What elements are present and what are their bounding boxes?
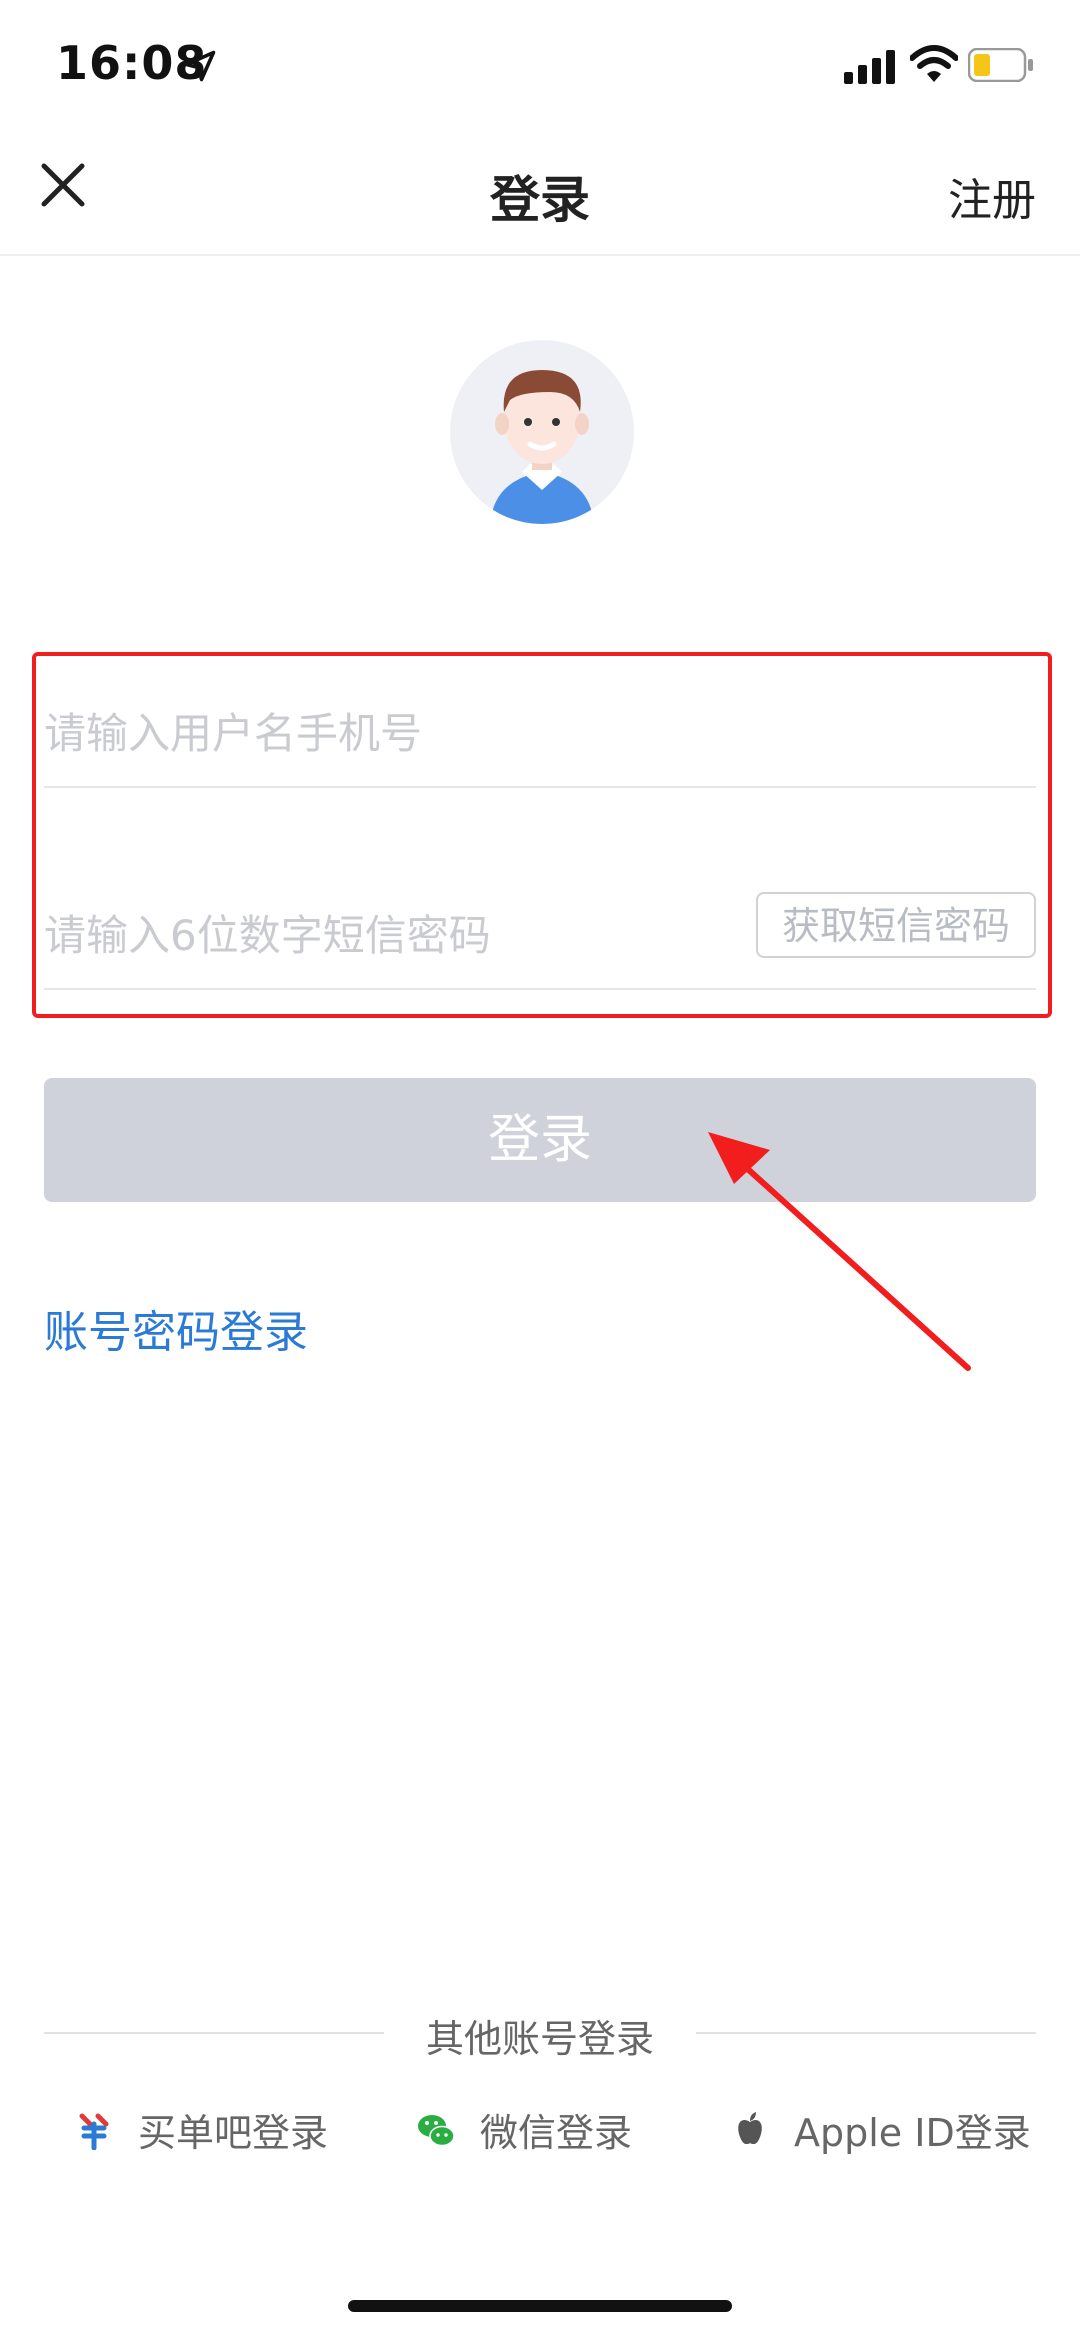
wechat-icon [418, 2114, 455, 2146]
register-link[interactable]: 注册 [948, 164, 1036, 228]
maidanba-logo-icon [79, 2113, 109, 2150]
home-indicator[interactable] [348, 2300, 732, 2312]
cellular-signal-icon [844, 50, 895, 84]
nav-divider [0, 254, 1080, 256]
username-underline [44, 786, 1036, 788]
annotation-arrow [708, 1132, 971, 1371]
sms-code-input[interactable]: 请输入6位数字短信密码 [44, 902, 491, 963]
sms-underline [44, 988, 1036, 990]
maidanba-login-option[interactable]: 买单吧登录 [74, 2102, 328, 2157]
wechat-login-option[interactable]: 微信登录 [416, 2102, 632, 2157]
page-title: 登录 [490, 171, 590, 229]
apple-id-login-option[interactable]: Apple ID登录 [730, 2102, 1031, 2157]
get-sms-code-button[interactable]: 获取短信密码 [756, 892, 1036, 958]
divider-right [696, 2032, 1036, 2034]
battery-icon [968, 48, 1033, 82]
wifi-icon [910, 45, 958, 82]
apple-id-login-label: Apple ID登录 [794, 2111, 1031, 2155]
maidanba-login-label: 买单吧登录 [138, 2111, 329, 2155]
password-login-link[interactable]: 账号密码登录 [44, 1296, 308, 1360]
other-login-title: 其他账号登录 [425, 2017, 654, 2061]
username-input[interactable]: 请输入用户名手机号 [44, 700, 422, 761]
avatar [450, 340, 634, 524]
location-arrow-icon [184, 50, 216, 82]
apple-icon [738, 2111, 762, 2144]
wechat-login-label: 微信登录 [480, 2111, 633, 2155]
